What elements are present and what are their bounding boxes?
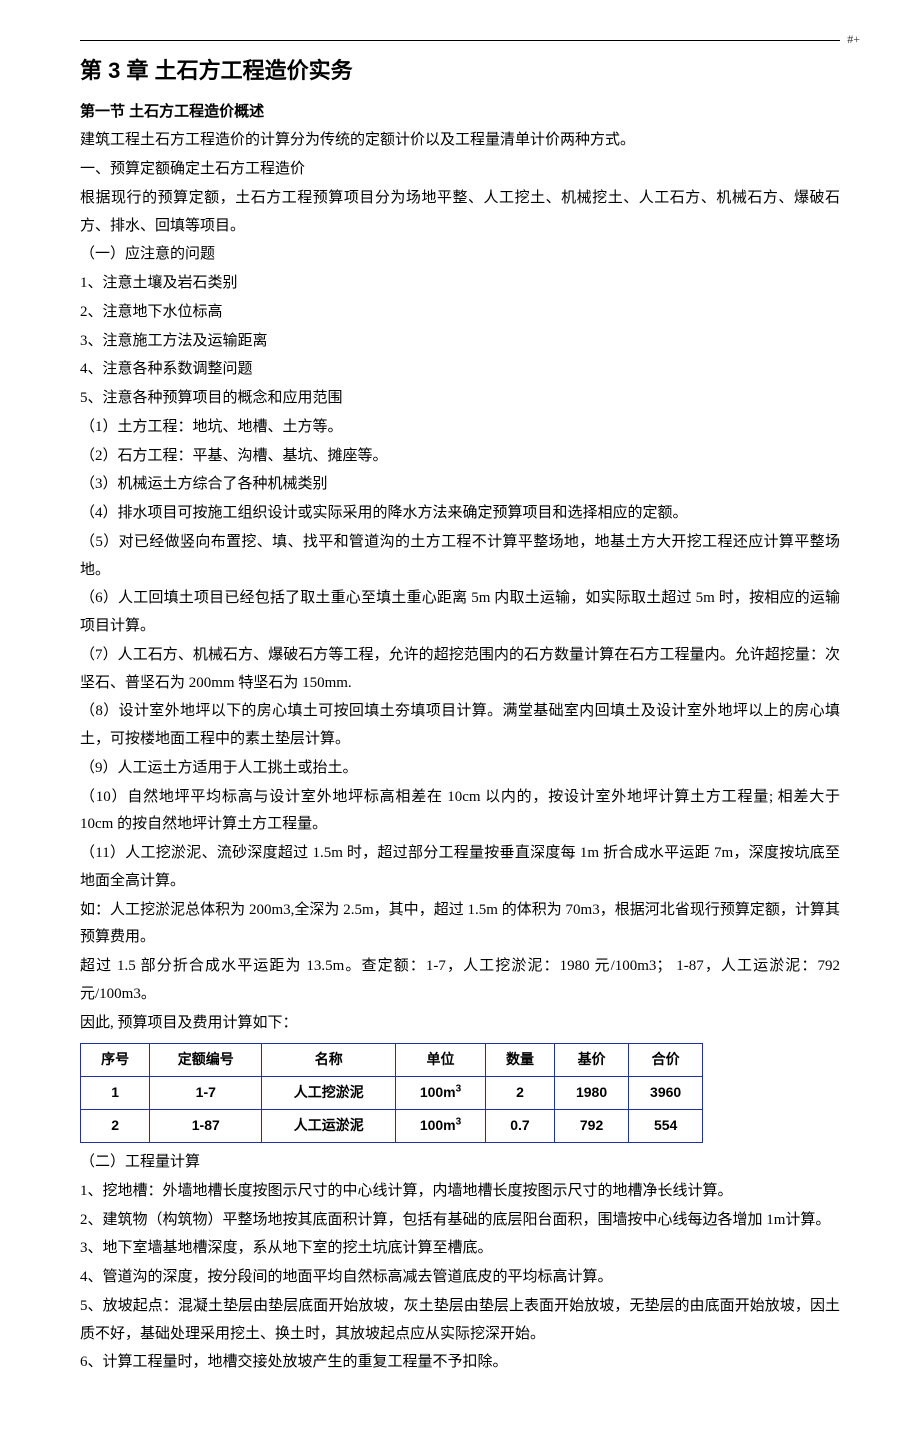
section-heading: 第一节 土石方工程造价概述 [80,98,840,126]
body-paragraphs: 建筑工程土石方工程造价的计算分为传统的定额计价以及工程量清单计价两种方式。一、预… [80,127,840,1037]
table-cell: 人工挖淤泥 [262,1077,396,1110]
table-header-cell: 基价 [555,1044,629,1077]
table-cell: 100m3 [396,1077,486,1110]
paragraph: 3、注意施工方法及运输距离 [80,328,840,356]
table-cell: 2 [81,1110,150,1143]
table-cell: 1 [81,1077,150,1110]
paragraph: （11）人工挖淤泥、流砂深度超过 1.5m 时，超过部分工程量按垂直深度每 1m… [80,840,840,896]
chapter-title: 第 3 章 土石方工程造价实务 [80,51,840,92]
paragraph: 建筑工程土石方工程造价的计算分为传统的定额计价以及工程量清单计价两种方式。 [80,127,840,155]
paragraph: 4、管道沟的深度，按分段间的地面平均自然标高减去管道底皮的平均标高计算。 [80,1264,840,1292]
paragraph: 如：人工挖淤泥总体积为 200m3,全深为 2.5m，其中，超过 1.5m 的体… [80,897,840,953]
paragraph: 5、放坡起点：混凝土垫层由垫层底面开始放坡，灰土垫层由垫层上表面开始放坡，无垫层… [80,1293,840,1349]
paragraph: 6、计算工程量时，地槽交接处放坡产生的重复工程量不予扣除。 [80,1349,840,1377]
paragraph: 2、建筑物（构筑物）平整场地按其底面积计算，包括有基础的底层阳台面积，围墙按中心… [80,1207,840,1235]
table-cell: 2 [485,1077,554,1110]
table-header-row: 序号定额编号名称单位数量基价合价 [81,1044,703,1077]
table-row: 11-7人工挖淤泥100m3219803960 [81,1077,703,1110]
paragraph: （5）对已经做竖向布置挖、填、找平和管道沟的土方工程不计算平整场地，地基土方大开… [80,529,840,585]
table-header-cell: 序号 [81,1044,150,1077]
paragraph: （3）机械运土方综合了各种机械类别 [80,471,840,499]
paragraph: 5、注意各种预算项目的概念和应用范围 [80,385,840,413]
table-header-cell: 数量 [485,1044,554,1077]
table-header-cell: 定额编号 [150,1044,262,1077]
table-cell: 人工运淤泥 [262,1110,396,1143]
table-cell: 3960 [629,1077,703,1110]
table-cell: 554 [629,1110,703,1143]
paragraph: （4）排水项目可按施工组织设计或实际采用的降水方法来确定预算项目和选择相应的定额… [80,500,840,528]
table-cell: 792 [555,1110,629,1143]
paragraph: 一、预算定额确定土石方工程造价 [80,156,840,184]
paragraph: 1、注意土壤及岩石类别 [80,270,840,298]
paragraph: （6）人工回填土项目已经包括了取土重心至填土重心距离 5m 内取土运输，如实际取… [80,585,840,641]
budget-table: 序号定额编号名称单位数量基价合价 11-7人工挖淤泥100m3219803960… [80,1043,703,1143]
paragraph: （8）设计室外地坪以下的房心填土可按回填土夯填项目计算。满堂基础室内回填土及设计… [80,698,840,754]
paragraph: 根据现行的预算定额，土石方工程预算项目分为场地平整、人工挖土、机械挖土、人工石方… [80,185,840,241]
paragraph: （二）工程量计算 [80,1149,840,1177]
table-cell: 1-7 [150,1077,262,1110]
after-table-paragraphs: （二）工程量计算1、挖地槽：外墙地槽长度按图示尺寸的中心线计算，内墙地槽长度按图… [80,1149,840,1377]
table-body: 11-7人工挖淤泥100m321980396021-87人工运淤泥100m30.… [81,1077,703,1143]
paragraph: （1）土方工程：地坑、地槽、土方等。 [80,414,840,442]
page-mark: #+ [847,28,860,50]
paragraph: （9）人工运土方适用于人工挑土或抬土。 [80,755,840,783]
paragraph: 1、挖地槽：外墙地槽长度按图示尺寸的中心线计算，内墙地槽长度按图示尺寸的地槽净长… [80,1178,840,1206]
table-cell: 1980 [555,1077,629,1110]
paragraph: 因此, 预算项目及费用计算如下： [80,1010,840,1038]
paragraph: 3、地下室墙基地槽深度，系从地下室的挖土坑底计算至槽底。 [80,1235,840,1263]
table-cell: 1-87 [150,1110,262,1143]
paragraph: （2）石方工程：平基、沟槽、基坑、摊座等。 [80,443,840,471]
top-rule [80,40,840,41]
table-header-cell: 名称 [262,1044,396,1077]
paragraph: （10）自然地坪平均标高与设计室外地坪标高相差在 10cm 以内的，按设计室外地… [80,784,840,840]
paragraph: 4、注意各种系数调整问题 [80,356,840,384]
paragraph: （7）人工石方、机械石方、爆破石方等工程，允许的超挖范围内的石方数量计算在石方工… [80,642,840,698]
table-cell: 100m3 [396,1110,486,1143]
table-row: 21-87人工运淤泥100m30.7792554 [81,1110,703,1143]
table-header-cell: 合价 [629,1044,703,1077]
table-header-cell: 单位 [396,1044,486,1077]
paragraph: 超过 1.5 部分折合成水平运距为 13.5m。查定额：1-7，人工挖淤泥：19… [80,953,840,1009]
table-cell: 0.7 [485,1110,554,1143]
paragraph: 2、注意地下水位标高 [80,299,840,327]
paragraph: （一）应注意的问题 [80,241,840,269]
